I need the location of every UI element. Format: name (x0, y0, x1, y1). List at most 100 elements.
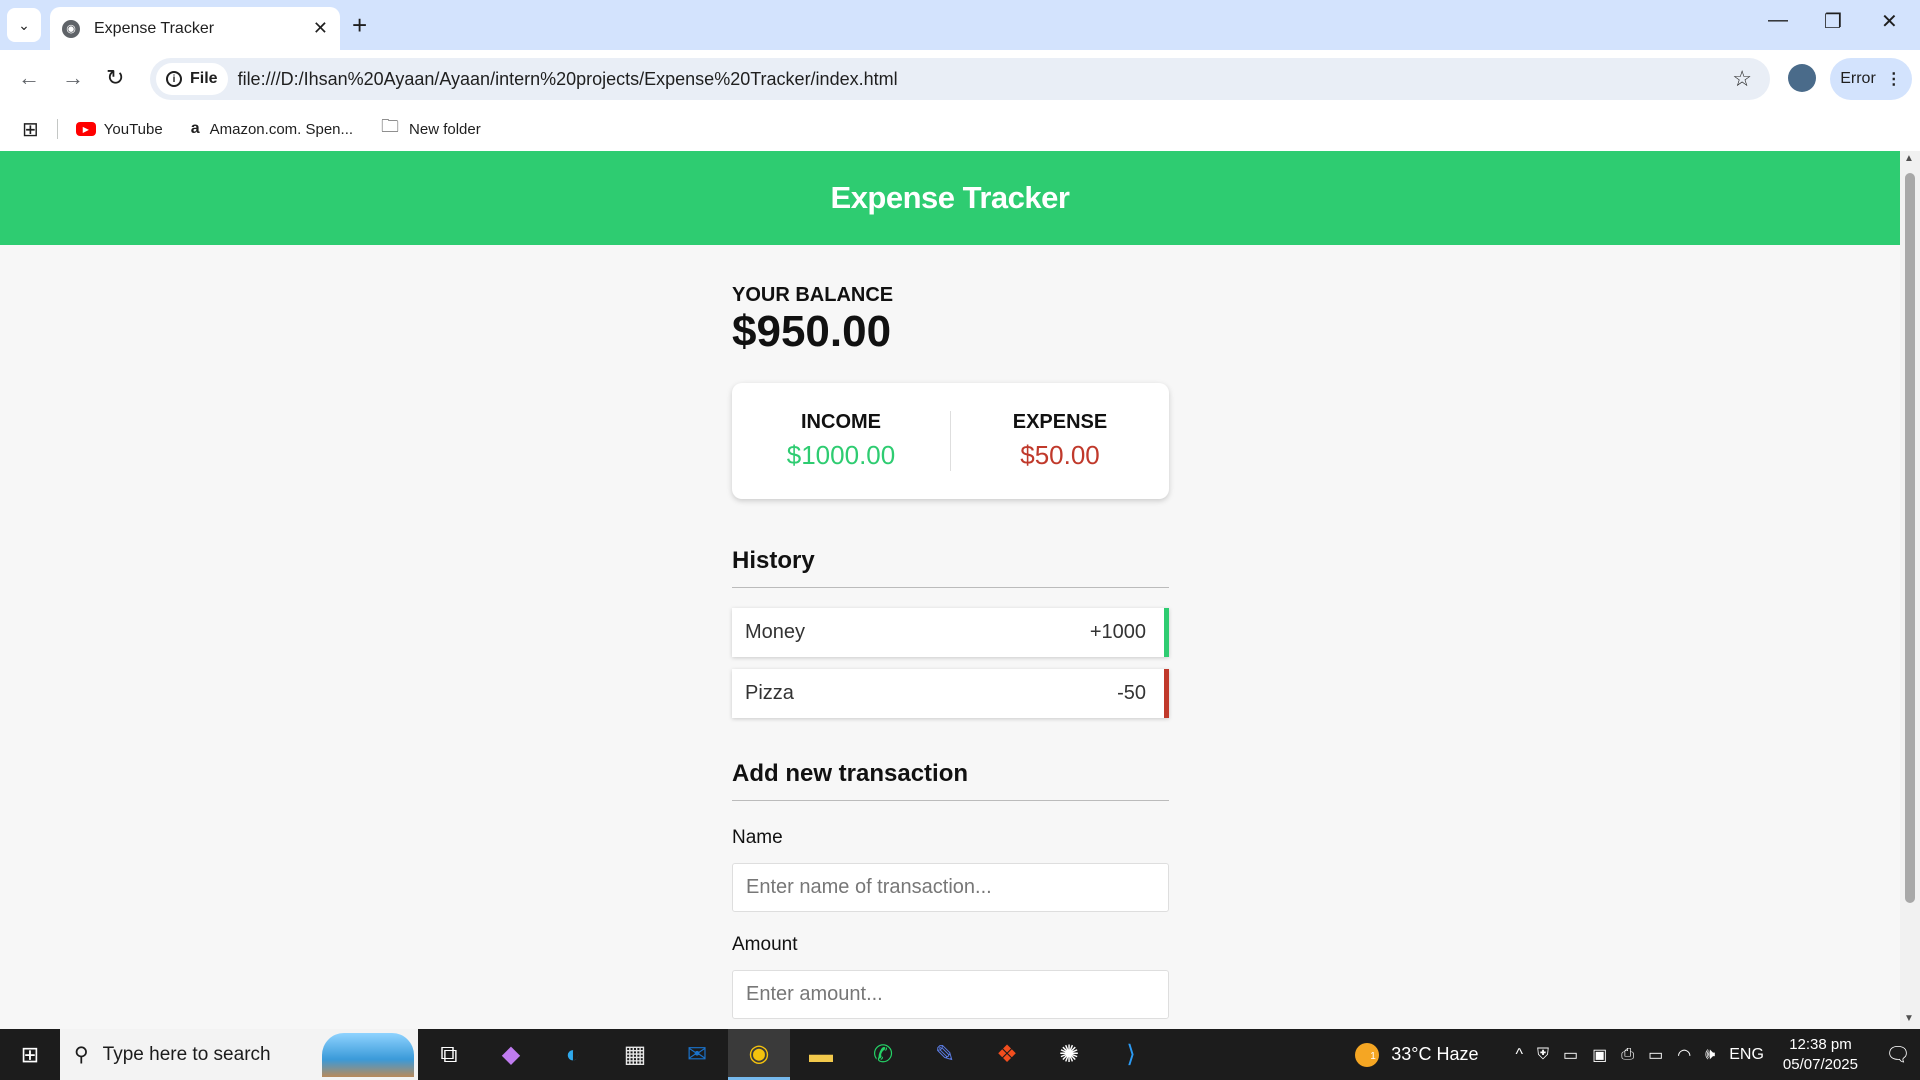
error-button[interactable]: Error ⋮ (1830, 58, 1912, 100)
history-heading: History (732, 547, 1169, 588)
app-header: Expense Tracker (0, 151, 1900, 245)
reload-icon[interactable]: ↻ (106, 64, 124, 92)
bookmark-new-folder[interactable]: 🗀 New folder (381, 114, 481, 144)
chip-label: File (190, 70, 218, 87)
back-arrow-icon[interactable]: ← (18, 64, 40, 92)
bookmarks-bar: ⊞ ▶ YouTube a Amazon.com. Spen... 🗀 New … (0, 107, 1920, 151)
error-label: Error (1840, 70, 1876, 87)
expense-label: EXPENSE (1012, 411, 1108, 433)
weather-sun-icon: 1 (1355, 1042, 1380, 1067)
tab-title: Expense Tracker (94, 19, 215, 37)
system-tray: 1 33°C Haze ^ ⛨ ▭ ▣ ⎙ ▭ ◠ 🕪 ENG 12:38 pm… (1355, 1029, 1920, 1080)
taskbar-search-placeholder: Type here to search (102, 1043, 271, 1065)
name-input[interactable] (732, 863, 1169, 912)
bookmark-youtube[interactable]: ▶ YouTube (75, 120, 163, 138)
whatsapp-icon[interactable]: ✆ (852, 1029, 914, 1080)
balance-value: $950.00 (732, 307, 892, 356)
app-icon[interactable]: ✎ (914, 1029, 976, 1080)
app-tray-icon[interactable]: ▣ (1592, 1045, 1607, 1065)
new-tab-button[interactable]: + (352, 10, 367, 40)
volume-icon[interactable]: 🕪 (1705, 1046, 1715, 1064)
vscode-icon[interactable]: ⟩ (1100, 1029, 1162, 1080)
scroll-down-arrow-icon[interactable]: ▼ (1904, 1013, 1914, 1024)
divider (56, 119, 58, 139)
minimize-icon[interactable]: — (1768, 9, 1788, 32)
transaction-list: Money +1000 Pizza -50 (732, 608, 1169, 718)
outlook-icon[interactable]: ✉ (666, 1029, 728, 1080)
wifi-icon[interactable]: ◠ (1677, 1045, 1691, 1065)
windows-taskbar: ⊞ ⚲ Type here to search ⧉ ◆ ◐ ▦ ✉ ◉ ▬ ✆ … (0, 1029, 1920, 1080)
transaction-amount: +1000 (1089, 621, 1146, 643)
bookmark-label: Amazon.com. Spen... (209, 120, 354, 138)
device-icon[interactable]: ⎙ (1621, 1046, 1634, 1064)
browser-tab[interactable]: ◉ Expense Tracker ✕ (50, 7, 340, 50)
figma-icon[interactable]: ❖ (976, 1029, 1038, 1080)
file-explorer-icon[interactable]: ▬ (790, 1029, 852, 1080)
forward-arrow-icon[interactable]: → (62, 64, 84, 92)
weather-badge: 1 (1370, 1050, 1376, 1062)
income-value: $1000.00 (786, 440, 896, 470)
expense-value: $50.00 (1020, 440, 1100, 470)
amazon-icon: a (190, 120, 200, 137)
weather-widget[interactable]: 1 33°C Haze (1355, 1042, 1479, 1067)
chevron-down-icon: ⌄ (18, 16, 30, 33)
close-icon[interactable]: ✕ (313, 18, 328, 39)
bookmark-star-icon[interactable]: ☆ (1732, 66, 1752, 92)
chrome-icon[interactable]: ◉ (728, 1029, 790, 1080)
restore-icon[interactable]: ❐ (1824, 9, 1842, 34)
bookmark-label: New folder (409, 120, 481, 138)
bookmark-amazon[interactable]: a Amazon.com. Spen... (191, 120, 353, 138)
site-info-chip[interactable]: i File (156, 63, 228, 95)
transaction-item[interactable]: Money +1000 (732, 608, 1169, 657)
shield-icon[interactable]: ⛨ (1537, 1046, 1549, 1064)
window-close-icon[interactable]: ✕ (1881, 9, 1898, 34)
address-bar[interactable]: i File file:///D:/Ihsan%20Ayaan/Ayaan/in… (150, 58, 1770, 100)
page-viewport: Expense Tracker YOUR BALANCE $950.00 INC… (0, 151, 1900, 1029)
scrollbar-thumb[interactable] (1905, 173, 1915, 903)
kebab-menu-icon: ⋮ (1885, 71, 1902, 88)
chatgpt-icon[interactable]: ✺ (1038, 1029, 1100, 1080)
taskbar-search[interactable]: ⚲ Type here to search (60, 1029, 418, 1080)
transaction-amount: -50 (1117, 682, 1146, 704)
globe-icon: ◉ (62, 19, 80, 38)
language-indicator[interactable]: ENG (1729, 1046, 1764, 1064)
task-view-icon[interactable]: ⧉ (418, 1029, 480, 1080)
page-scrollbar[interactable]: ▲ ▼ (1900, 151, 1920, 1029)
tab-search-button[interactable]: ⌄ (7, 8, 41, 42)
monitor-icon[interactable]: ▭ (1563, 1045, 1578, 1065)
amount-label: Amount (732, 934, 798, 955)
weather-text: 33°C Haze (1391, 1044, 1479, 1064)
copilot-icon[interactable]: ◆ (480, 1029, 542, 1080)
folder-icon: 🗀 (381, 116, 400, 136)
url-text[interactable]: file:///D:/Ihsan%20Ayaan/Ayaan/intern%20… (238, 69, 1733, 90)
browser-tab-bar: ⌄ ◉ Expense Tracker ✕ + — ❐ ✕ (0, 0, 1920, 50)
name-label: Name (732, 827, 783, 848)
battery-icon[interactable]: ▭ (1648, 1045, 1663, 1065)
store-icon[interactable]: ▦ (604, 1029, 666, 1080)
clock[interactable]: 12:38 pm 05/07/2025 (1783, 1035, 1858, 1075)
windows-start-icon[interactable]: ⊞ (0, 1042, 60, 1068)
transaction-name: Money (745, 621, 806, 643)
amount-input[interactable] (732, 970, 1169, 1019)
chevron-up-icon[interactable]: ^ (1515, 1046, 1523, 1064)
add-transaction-heading: Add new transaction (732, 760, 1169, 801)
clock-time: 12:38 pm (1789, 1035, 1852, 1053)
tracker-container: YOUR BALANCE $950.00 INCOME $1000.00 EXP… (732, 284, 1169, 1019)
transaction-name: Pizza (745, 682, 794, 704)
notification-icon[interactable]: 🗨 (1876, 1042, 1920, 1067)
edge-icon[interactable]: ◐ (542, 1029, 604, 1080)
search-highlight-image (322, 1033, 414, 1077)
info-icon: i (166, 71, 182, 87)
expense-column: EXPENSE $50.00 (950, 411, 1169, 471)
profile-avatar[interactable] (1788, 64, 1816, 92)
apps-grid-icon[interactable]: ⊞ (22, 117, 39, 142)
income-expense-card: INCOME $1000.00 EXPENSE $50.00 (732, 383, 1169, 499)
transaction-item[interactable]: Pizza -50 (732, 669, 1169, 718)
income-label: INCOME (801, 411, 881, 433)
youtube-icon: ▶ (75, 122, 96, 136)
clock-date: 05/07/2025 (1782, 1055, 1858, 1073)
scroll-up-arrow-icon[interactable]: ▲ (1904, 153, 1914, 164)
balance-label: YOUR BALANCE (732, 284, 894, 306)
bookmark-label: YouTube (103, 120, 163, 138)
page-title: Expense Tracker (830, 180, 1070, 215)
